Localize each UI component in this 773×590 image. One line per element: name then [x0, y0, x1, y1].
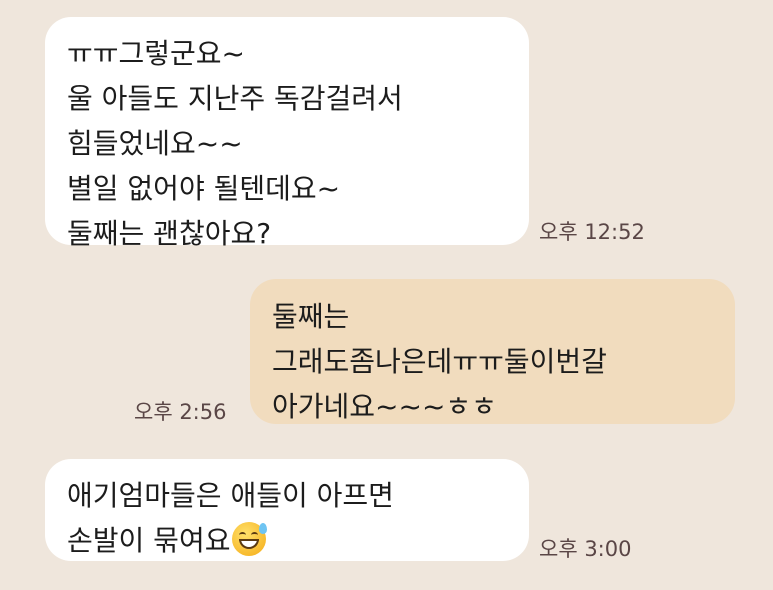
- message-timestamp: 오후 3:00: [539, 537, 632, 561]
- message-text-line: 별일 없어야 될텐데요~: [67, 172, 341, 205]
- message-bubble-incoming[interactable]: ㅠㅠ그렇군요~ 울 아들도 지난주 독감걸려서 힘들었네요~~ 별일 없어야 될…: [45, 17, 529, 250]
- message-text: 손발이 묶여요: [67, 524, 231, 557]
- message-timestamp: 오후 12:52: [539, 220, 645, 244]
- message-text-line: 그래도좀나은데ㅠㅠ둘이번갈: [272, 345, 607, 378]
- message-bubble-outgoing[interactable]: 둘째는 그래도좀나은데ㅠㅠ둘이번갈 아가네요~~~ㅎㅎ: [250, 279, 735, 424]
- message-text-line: 둘째는 괜찮아요?: [67, 217, 272, 250]
- message-text-line: 손발이 묶여요: [67, 518, 529, 563]
- message-text-line: 울 아들도 지난주 독감걸려서: [67, 82, 403, 115]
- message-bubble-incoming[interactable]: 애기엄마들은 애들이 아프면 손발이 묶여요: [45, 459, 529, 561]
- message-timestamp: 오후 2:56: [134, 400, 227, 424]
- grinning-face-with-sweat-icon: [232, 522, 268, 556]
- message-text-line: 애기엄마들은 애들이 아프면: [67, 479, 394, 512]
- message-text-line: 둘째는: [272, 300, 350, 333]
- message-text-line: 힘들었네요~~: [67, 127, 243, 160]
- message-text-line: 아가네요~~~ㅎㅎ: [272, 390, 497, 423]
- message-text-line: ㅠㅠ그렇군요~: [67, 37, 246, 70]
